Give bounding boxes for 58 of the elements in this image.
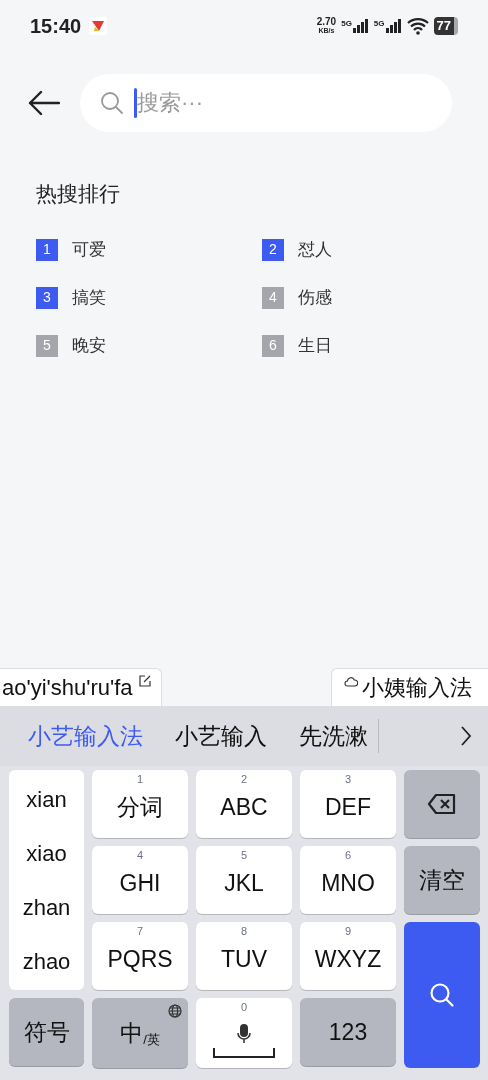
pinyin-option[interactable]: xian [26, 782, 67, 816]
letter-key[interactable]: 1 分词 [92, 770, 188, 838]
section-title: 热搜排行 [36, 181, 120, 207]
space-bar-icon [213, 1048, 275, 1058]
backspace-key[interactable] [404, 770, 480, 838]
rank-badge: 4 [262, 286, 284, 309]
letter-key[interactable]: 5 JKL [196, 846, 292, 914]
letter-key[interactable]: 9 WXYZ [300, 922, 396, 990]
edit-icon[interactable] [138, 675, 151, 687]
battery-indicator: 77 [433, 17, 458, 35]
microphone-icon [237, 1024, 251, 1044]
rank-badge: 3 [36, 286, 58, 309]
hot-search-item[interactable]: 伤感 [298, 284, 332, 311]
rank-badge: 2 [262, 238, 284, 261]
pinyin-option[interactable]: xiao [26, 836, 67, 870]
network-type: 5G [373, 19, 385, 28]
rank-badge: 1 [36, 238, 58, 261]
hot-search-item[interactable]: 搞笑 [72, 284, 106, 311]
language-key[interactable]: 中$_{/英}$ [92, 998, 188, 1068]
search-field[interactable]: 搜索··· [80, 74, 452, 132]
letter-key[interactable]: 8 TUV [196, 922, 292, 990]
function-key[interactable]: 123 [300, 998, 396, 1066]
search-icon [429, 982, 455, 1008]
letter-key[interactable]: 4 GHI [92, 846, 188, 914]
clock-time: 15:40 [30, 14, 82, 39]
back-icon[interactable] [28, 90, 60, 116]
letter-key[interactable]: 2 ABC [196, 770, 292, 838]
pinyin-option[interactable]: zhan [22, 890, 71, 924]
rank-badge: 5 [36, 334, 58, 357]
letter-key[interactable]: 3 DEF [300, 770, 396, 838]
signal-icon [385, 19, 402, 33]
space-key[interactable]: 0 [196, 998, 292, 1068]
backspace-icon [427, 793, 457, 815]
text-cursor [134, 88, 137, 118]
chevron-right-icon[interactable] [460, 725, 472, 747]
search-icon [100, 91, 124, 115]
function-key[interactable]: 符号 [9, 998, 84, 1066]
hot-search-item[interactable]: 生日 [298, 332, 332, 359]
letter-key[interactable]: 6 MNO [300, 846, 396, 914]
letter-key[interactable]: 7 PQRS [92, 922, 188, 990]
app-notification-icon [89, 17, 108, 35]
candidate-word[interactable]: 先洗漱 [299, 718, 368, 754]
network-type: 5G [341, 19, 352, 28]
cloud-icon [344, 677, 358, 687]
pinyin-option[interactable]: zhao [22, 944, 71, 978]
pinyin-composition: ao'yi'shu'ru'fa [0, 668, 162, 706]
rank-badge: 6 [262, 334, 284, 357]
candidate-word[interactable]: 小艺输入 [175, 718, 267, 754]
wifi-icon [406, 17, 429, 35]
hot-search-item[interactable]: 晚安 [72, 332, 106, 359]
globe-icon [168, 1004, 182, 1018]
signal-icon [352, 19, 369, 33]
candidate-word[interactable]: 小艺输入法 [28, 718, 143, 754]
function-key[interactable]: 清空 [404, 846, 480, 914]
cloud-candidate[interactable]: 小姨输入法 [331, 668, 488, 706]
hot-search-item[interactable]: 可爱 [72, 236, 106, 263]
hot-search-item[interactable]: 怼人 [298, 236, 332, 263]
network-speed: 2.70 [316, 17, 337, 26]
